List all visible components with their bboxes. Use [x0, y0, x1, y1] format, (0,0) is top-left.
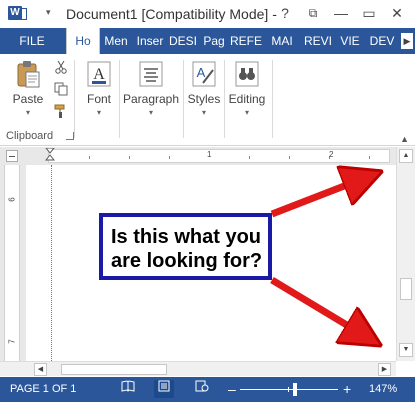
text-boundary-line: [51, 165, 52, 361]
paragraph-dropdown-icon[interactable]: ▾: [122, 108, 180, 117]
page-count[interactable]: PAGE 1 OF 1: [10, 383, 76, 395]
ruler-tick: [129, 156, 130, 159]
tab-view[interactable]: VIE: [338, 28, 362, 54]
vertical-ruler-bar: 6 7: [0, 165, 26, 361]
vruler-mark-7: 7: [7, 339, 17, 344]
clipboard-launcher-icon[interactable]: [66, 132, 74, 140]
ribbon-home: Paste ▾ Clipboard A Font ▾ Paragraph ▾ A…: [0, 54, 415, 146]
vruler-mark-6: 6: [7, 197, 17, 202]
paste-button[interactable]: Paste ▾: [8, 60, 48, 117]
paragraph-button[interactable]: Paragraph ▾: [122, 60, 180, 117]
tab-review[interactable]: REVI: [302, 28, 334, 54]
tab-design[interactable]: DESI: [168, 28, 198, 54]
ruler-tick: [369, 156, 370, 159]
zoom-slider-thumb[interactable]: [293, 383, 297, 396]
group-divider: [224, 60, 225, 138]
font-button[interactable]: A Font ▾: [80, 60, 118, 117]
group-divider: [183, 60, 184, 138]
font-label: Font: [86, 92, 111, 106]
status-bar: PAGE 1 OF 1 – + 147%: [0, 377, 415, 402]
paste-icon: [14, 60, 42, 88]
clipboard-group-label: Clipboard: [6, 130, 54, 142]
annotation-callout: Is this what you are looking for?: [99, 213, 272, 280]
vertical-scrollbar[interactable]: ▲ ▼: [396, 147, 415, 361]
callout-text: Is this what you are looking for?: [111, 226, 263, 272]
editing-button[interactable]: Editing ▾: [226, 60, 268, 117]
format-painter-icon[interactable]: [54, 104, 68, 118]
help-button[interactable]: ?: [274, 3, 296, 23]
ribbon-display-options-button[interactable]: ⧉: [302, 3, 324, 23]
tab-home[interactable]: Ho: [66, 28, 100, 54]
ruler-tick: [249, 156, 250, 159]
ruler-mark-1: 1: [207, 150, 212, 159]
ruler-tick: [289, 156, 290, 159]
zoom-in-button[interactable]: +: [343, 381, 351, 397]
minimize-button[interactable]: —: [330, 3, 352, 23]
web-layout-icon[interactable]: [192, 380, 212, 398]
svg-text:A: A: [197, 65, 206, 80]
group-divider: [272, 60, 273, 138]
scroll-left-button[interactable]: ◀: [34, 363, 47, 376]
styles-button[interactable]: A Styles ▾: [186, 60, 222, 117]
copy-icon[interactable]: [54, 82, 68, 96]
tab-mailings[interactable]: MAI: [268, 28, 296, 54]
ruler-mark-2: 2: [329, 150, 334, 159]
styles-icon: A: [190, 60, 218, 88]
collapse-ribbon-icon[interactable]: ▲: [400, 134, 409, 144]
vertical-scroll-thumb[interactable]: [400, 278, 412, 300]
group-divider: [119, 60, 120, 138]
font-icon: A: [85, 60, 113, 88]
scroll-up-button[interactable]: ▲: [399, 149, 413, 163]
restore-button[interactable]: ▭: [358, 3, 380, 23]
tab-references[interactable]: REFE: [229, 28, 263, 54]
scroll-right-button[interactable]: ▶: [378, 363, 391, 376]
paste-label: Paste: [12, 92, 44, 106]
horizontal-ruler-bar: 1 2: [0, 147, 415, 165]
scroll-down-button[interactable]: ▼: [399, 343, 413, 357]
font-dropdown-icon[interactable]: ▾: [80, 108, 118, 117]
quick-access-dropdown-icon[interactable]: ▾: [46, 7, 51, 18]
horizontal-scrollbar[interactable]: ◀ ▶: [26, 361, 396, 376]
ruler-tick: [169, 156, 170, 159]
editing-icon: [233, 60, 261, 88]
tab-scroll-right-icon[interactable]: ▶: [401, 33, 413, 49]
editing-dropdown-icon[interactable]: ▾: [226, 108, 268, 117]
tab-page-layout[interactable]: Pag: [201, 28, 227, 54]
zoom-out-button[interactable]: –: [228, 381, 236, 397]
close-button[interactable]: ✕: [386, 3, 408, 23]
ruler-tick: [89, 156, 90, 159]
editing-label: Editing: [228, 92, 266, 106]
group-divider: [74, 60, 75, 138]
svg-text:A: A: [93, 66, 105, 83]
paragraph-label: Paragraph: [122, 92, 180, 106]
indent-marker-icon[interactable]: [45, 148, 55, 164]
vertical-ruler[interactable]: 6 7: [4, 165, 20, 361]
styles-dropdown-icon[interactable]: ▾: [186, 108, 222, 117]
tab-file[interactable]: FILE: [10, 28, 54, 54]
horizontal-ruler[interactable]: 1 2: [45, 148, 390, 164]
window-title: Document1 [Compatibility Mode] -: [66, 6, 277, 22]
zoom-slider-track[interactable]: [240, 389, 338, 390]
tab-selector-button[interactable]: [6, 150, 18, 162]
zoom-level[interactable]: 147%: [369, 383, 397, 395]
ribbon-tabs: FILE Ho Men Inser DESI Pag REFE MAI REVI…: [0, 28, 415, 54]
horizontal-scroll-thumb[interactable]: [61, 364, 167, 375]
tab-mailings-custom[interactable]: Men: [101, 28, 131, 54]
read-mode-icon[interactable]: [118, 380, 138, 398]
cut-icon[interactable]: [54, 60, 68, 74]
print-layout-icon[interactable]: [154, 380, 174, 398]
tab-insert[interactable]: Inser: [134, 28, 166, 54]
styles-label: Styles: [187, 92, 221, 106]
scrollbar-spacer: [0, 361, 26, 376]
title-bar: W ▾ Document1 [Compatibility Mode] - ? ⧉…: [0, 0, 415, 28]
paragraph-icon: [137, 60, 165, 88]
tab-developer[interactable]: DEV: [367, 28, 397, 54]
zoom-slider-midpoint: [288, 387, 289, 392]
word-icon[interactable]: W: [8, 6, 27, 20]
paste-dropdown-icon[interactable]: ▾: [8, 108, 48, 117]
